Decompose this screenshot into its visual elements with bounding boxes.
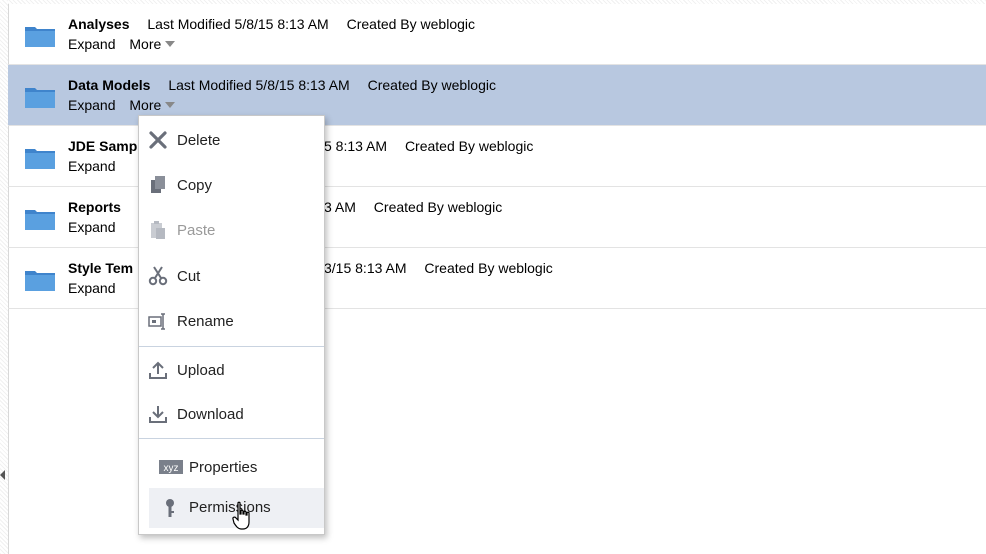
close-icon xyxy=(147,130,169,150)
created-by: Created By weblogic xyxy=(373,199,503,215)
more-context-menu: Delete Copy Paste Cut Rename Upload Down… xyxy=(138,115,325,535)
menu-item-cut[interactable]: Cut xyxy=(139,256,324,296)
chevron-down-icon xyxy=(165,102,176,108)
expand-link[interactable]: Expand xyxy=(68,36,115,52)
menu-item-upload[interactable]: Upload xyxy=(139,350,324,390)
last-modified: 3 AM xyxy=(324,199,356,215)
expand-link[interactable]: Expand xyxy=(68,280,115,296)
folder-icon xyxy=(25,27,55,47)
menu-item-rename[interactable]: Rename xyxy=(139,301,324,341)
key-icon xyxy=(159,498,181,518)
item-name[interactable]: Reports xyxy=(68,199,121,215)
copy-icon xyxy=(147,175,169,195)
rename-icon xyxy=(147,311,169,331)
collapse-handle-icon[interactable] xyxy=(0,470,5,480)
chevron-down-icon xyxy=(165,41,176,47)
scissors-icon xyxy=(147,266,169,286)
folder-icon xyxy=(25,149,55,169)
menu-item-paste[interactable]: Paste xyxy=(139,210,324,250)
last-modified: Last Modified 5/8/15 8:13 AM xyxy=(147,16,329,32)
more-link[interactable]: More xyxy=(129,36,176,52)
item-name[interactable]: Style Tem xyxy=(68,260,133,276)
created-by: Created By weblogic xyxy=(346,16,476,32)
item-name[interactable]: Analyses xyxy=(68,16,129,32)
catalog-row-analyses[interactable]: Analyses Last Modified 5/8/15 8:13 AM Cr… xyxy=(8,4,986,65)
item-name[interactable]: Data Models xyxy=(68,77,150,93)
created-by: Created By weblogic xyxy=(404,138,534,154)
hand-cursor-icon xyxy=(232,501,250,530)
item-name[interactable]: JDE Samp xyxy=(68,138,137,154)
menu-item-properties[interactable]: xyz Properties xyxy=(149,448,324,488)
expand-link[interactable]: Expand xyxy=(68,219,115,235)
menu-separator xyxy=(139,346,324,347)
folder-icon xyxy=(25,210,55,230)
menu-separator xyxy=(139,438,324,439)
last-modified: 5 8:13 AM xyxy=(324,138,388,154)
paste-icon xyxy=(147,220,169,240)
folder-icon xyxy=(25,271,55,291)
last-modified: 3/15 8:13 AM xyxy=(324,260,407,276)
menu-item-delete[interactable]: Delete xyxy=(139,120,324,160)
menu-item-copy[interactable]: Copy xyxy=(139,165,324,205)
properties-icon: xyz xyxy=(159,458,183,478)
expand-link[interactable]: Expand xyxy=(68,97,115,113)
svg-text:xyz: xyz xyxy=(164,463,179,474)
download-icon xyxy=(147,404,169,424)
created-by: Created By weblogic xyxy=(367,77,496,93)
more-link[interactable]: More xyxy=(129,97,176,113)
upload-icon xyxy=(147,360,169,380)
menu-item-download[interactable]: Download xyxy=(139,394,324,434)
folder-icon xyxy=(25,88,55,108)
expand-link[interactable]: Expand xyxy=(68,158,115,174)
created-by: Created By weblogic xyxy=(424,260,553,276)
last-modified: Last Modified 5/8/15 8:13 AM xyxy=(168,77,350,93)
